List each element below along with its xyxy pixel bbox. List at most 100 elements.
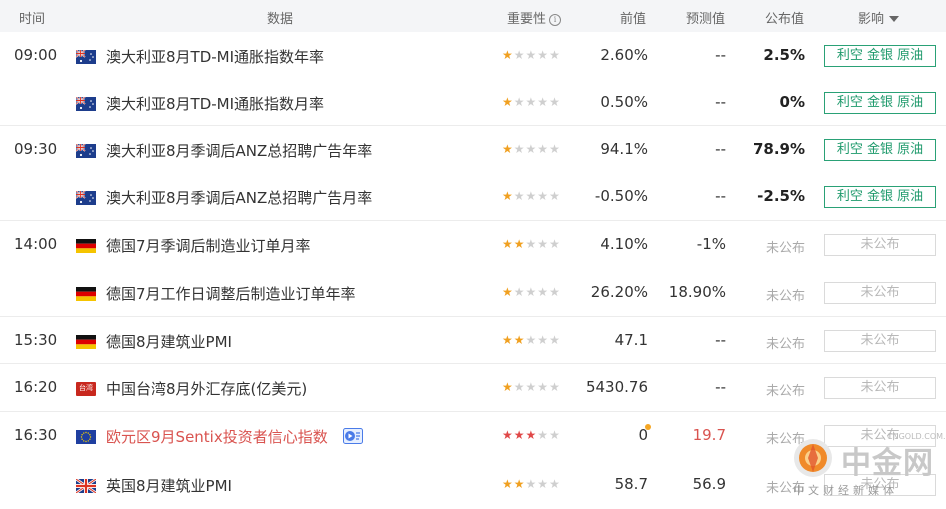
impact-badge[interactable]: 利空 金银 原油 (824, 186, 936, 208)
table-row[interactable]: 澳大利亚8月TD-MI通胀指数月率 ★★★★★ 0.50% -- 0% 利空 金银 原油 (0, 79, 946, 126)
star-empty-icon: ★ (537, 48, 550, 62)
star-filled-icon: ★ (502, 95, 514, 109)
star-filled-icon: ★ (502, 285, 514, 299)
event-time: 16:30 (14, 426, 58, 444)
star-empty-icon: ★ (525, 48, 538, 62)
table-row[interactable]: 16:20 台湾 中国台湾8月外汇存底(亿美元) ★★★★★ 5430.76 -- 未公布未… (0, 364, 946, 412)
header-data: 数据 (267, 12, 294, 27)
previous-value: 2.60% (600, 46, 648, 64)
star-empty-icon: ★ (537, 285, 550, 299)
previous-value: 0.50% (600, 93, 648, 111)
australia-flag-icon (75, 143, 96, 158)
header-impact-sort[interactable]: 影响 (858, 8, 900, 27)
impact-badge[interactable]: 利空 金银 原油 (824, 45, 936, 67)
impact-badge[interactable]: 利空 金银 原油 (824, 92, 936, 114)
header-previous: 前值 (620, 12, 647, 27)
watermark: CNGOLD.COM.CN 中金网 中文财经新媒体 (785, 430, 946, 509)
star-empty-icon: ★ (549, 477, 561, 491)
table-row[interactable]: 澳大利亚8月季调后ANZ总招聘广告月率 ★★★★★ -0.50% -- -2.5% 利空 … (0, 173, 946, 221)
forecast-value: 18.90% (668, 283, 726, 301)
star-empty-icon: ★ (537, 477, 550, 491)
event-name[interactable]: 澳大利亚8月TD-MI通胀指数年率 (106, 46, 324, 67)
australia-flag-icon (75, 49, 96, 64)
importance-stars: ★★★★★ (502, 48, 561, 62)
impact-badge[interactable]: 未公布 (824, 330, 936, 352)
star-filled-icon: ★ (502, 380, 514, 394)
importance-stars: ★★★★★ (502, 380, 561, 394)
event-name[interactable]: 欧元区9月Sentix投资者信心指数 (106, 426, 328, 447)
table-row[interactable]: 09:30 澳大利亚8月季调后ANZ总招聘广告年率 ★★★★★ 94.1% -- 78.9… (0, 126, 946, 173)
star-empty-icon: ★ (513, 285, 526, 299)
star-empty-icon: ★ (513, 95, 526, 109)
star-filled-icon: ★ (513, 333, 526, 347)
impact-badge[interactable]: 未公布 (824, 234, 936, 256)
info-icon[interactable]: i (549, 14, 562, 26)
revised-dot-icon (645, 424, 651, 430)
watermark-name: 中金网 (841, 446, 934, 481)
germany-flag-icon (76, 238, 96, 253)
germany-flag-icon (76, 286, 96, 301)
star-filled-icon: ★ (502, 189, 514, 203)
table-row[interactable]: 德国7月工作日调整后制造业订单年率 ★★★★★ 26.20% 18.90% 未公布 未公布 (0, 269, 946, 317)
star-empty-icon: ★ (537, 428, 550, 442)
event-name[interactable]: 澳大利亚8月季调后ANZ总招聘广告月率 (106, 187, 372, 208)
event-name[interactable]: 英国8月建筑业PMI (106, 475, 232, 496)
previous-value: 26.20% (590, 283, 648, 301)
table-header: 时间 数据 重要性 i 前值 预测值 公布值 影响 (0, 0, 946, 32)
star-empty-icon: ★ (525, 333, 538, 347)
forecast-value: 19.7 (692, 426, 726, 444)
previous-value: 47.1 (614, 331, 648, 349)
germany-flag-icon (76, 334, 96, 349)
star-empty-icon: ★ (513, 142, 526, 156)
table-row[interactable]: 09:00 澳大利亚8月TD-MI通胀指数年率 ★★★★★ 2.60% -- 2.5% 利空… (0, 32, 946, 79)
event-name[interactable]: 澳大利亚8月季调后ANZ总招聘广告年率 (106, 140, 372, 161)
australia-flag-icon (75, 190, 96, 205)
previous-value: 5430.76 (585, 378, 648, 396)
forecast-value: -- (715, 187, 726, 205)
table-row[interactable]: 15:30 德国8月建筑业PMI ★★★★★ 47.1 -- 未公布 未公布 (0, 317, 946, 364)
star-empty-icon: ★ (549, 48, 561, 62)
forecast-value: -- (715, 140, 726, 158)
importance-stars: ★★★★★ (502, 333, 561, 347)
star-empty-icon: ★ (549, 189, 561, 203)
event-name[interactable]: 德国8月建筑业PMI (106, 331, 232, 352)
header-time: 时间 (19, 12, 46, 27)
star-empty-icon: ★ (525, 95, 538, 109)
importance-stars: ★★★★★ (502, 189, 561, 203)
star-empty-icon: ★ (525, 380, 538, 394)
header-importance-label: 重要性 (507, 12, 547, 27)
star-empty-icon: ★ (549, 142, 561, 156)
star-empty-icon: ★ (525, 285, 538, 299)
actual-value: -2.5% (757, 187, 805, 205)
event-name[interactable]: 德国7月季调后制造业订单月率 (106, 235, 311, 256)
event-name[interactable]: 澳大利亚8月TD-MI通胀指数月率 (106, 93, 324, 114)
event-time: 15:30 (14, 331, 58, 349)
forecast-value: -- (715, 46, 726, 64)
star-empty-icon: ★ (549, 380, 561, 394)
importance-stars: ★★★★★ (502, 95, 561, 109)
star-empty-icon: ★ (537, 333, 550, 347)
star-empty-icon: ★ (549, 285, 561, 299)
actual-value: 未公布 (765, 289, 805, 304)
star-empty-icon: ★ (525, 237, 538, 251)
event-name[interactable]: 德国7月工作日调整后制造业订单年率 (106, 283, 356, 304)
impact-badge[interactable]: 利空 金银 原油 (824, 139, 936, 161)
star-filled-icon: ★ (502, 428, 514, 442)
star-empty-icon: ★ (537, 95, 550, 109)
actual-value: 78.9% (752, 140, 805, 158)
impact-badge[interactable]: 未公布 (824, 377, 936, 399)
table-row[interactable]: 14:00 德国7月季调后制造业订单月率 ★★★★★ 4.10% -1% 未公布 未公布 (0, 221, 946, 269)
forecast-value: 56.9 (692, 475, 726, 493)
star-empty-icon: ★ (549, 428, 561, 442)
event-time: 09:00 (14, 46, 58, 64)
impact-badge[interactable]: 未公布 (824, 282, 936, 304)
video-icon[interactable] (343, 428, 363, 444)
star-empty-icon: ★ (525, 477, 538, 491)
actual-value: 0% (779, 93, 805, 111)
header-forecast: 预测值 (686, 12, 726, 27)
watermark-tagline: 中文财经新媒体 (793, 484, 898, 497)
event-name[interactable]: 中国台湾8月外汇存底(亿美元) (106, 378, 307, 399)
forecast-value: -1% (696, 235, 726, 253)
previous-value: -0.50% (594, 187, 648, 205)
previous-value: 58.7 (614, 475, 648, 493)
